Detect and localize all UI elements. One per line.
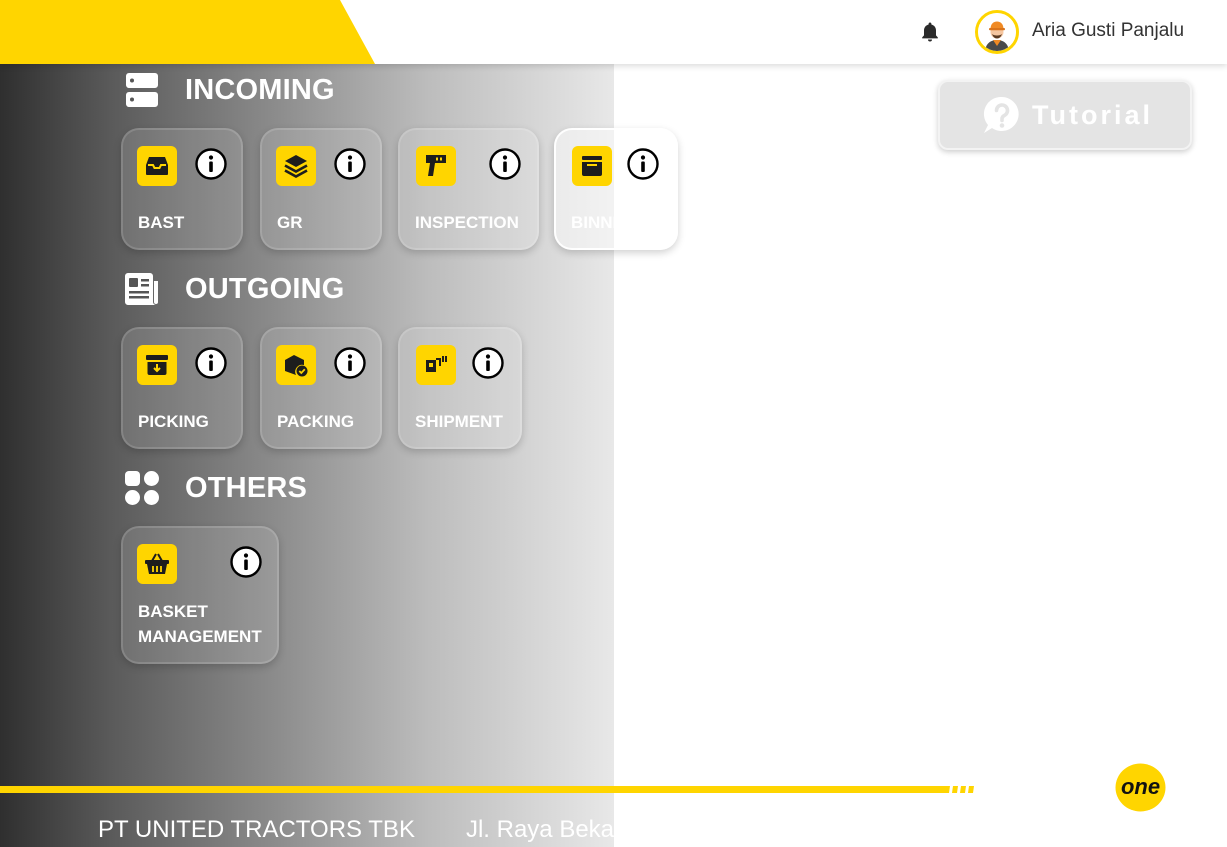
bell-icon[interactable] (920, 21, 940, 43)
grid-icon (125, 471, 159, 505)
header-accent-shape (0, 0, 375, 64)
newspaper-icon (125, 273, 158, 305)
section-others-heading: OTHERS (124, 470, 307, 506)
section-incoming-heading: INCOMING (124, 72, 335, 108)
footer-company: PT UNITED TRACTORS TBK (98, 816, 415, 843)
one-logo-text: one (1121, 774, 1160, 799)
forklift-icon (416, 345, 456, 385)
tile-gr[interactable]: GR (260, 128, 382, 250)
tile-basket-label-line1: BASKET (138, 602, 208, 621)
tile-binning[interactable]: BINNING (554, 128, 678, 250)
user-name[interactable]: Aria Gusti Panjalu (1032, 20, 1184, 42)
tile-shipment-label: SHIPMENT (415, 412, 503, 431)
footer-yellow-line (0, 786, 942, 793)
tile-bast[interactable]: BAST (121, 128, 243, 250)
basket-icon (137, 544, 177, 584)
tile-packing-label: PACKING (277, 412, 355, 431)
info-icon[interactable] (334, 347, 366, 379)
package-check-icon (276, 345, 316, 385)
tile-picking[interactable]: PICKING (121, 327, 243, 449)
footer-address: Jl. Raya Bekasi (465, 816, 614, 843)
question-icon (983, 96, 1019, 133)
tile-packing[interactable]: PACKING (260, 327, 382, 449)
footer-ticker: PT UNITED TRACTORS TBK Jl. Raya Bekasi (98, 815, 614, 845)
tutorial-label: Tutorial (1032, 99, 1153, 130)
tile-picking-label: PICKING (138, 412, 209, 431)
info-icon[interactable] (627, 148, 659, 180)
info-icon[interactable] (230, 546, 262, 578)
section-outgoing-heading: OUTGOING (124, 271, 345, 307)
info-icon[interactable] (472, 347, 504, 379)
layers-icon (276, 146, 316, 186)
server-icon (126, 73, 158, 107)
archive-down-icon (137, 345, 177, 385)
section-incoming-title: INCOMING (185, 73, 335, 106)
tile-basket-label-line2: MANAGEMENT (138, 627, 262, 646)
box-open-icon (572, 146, 612, 186)
scanner-gun-icon (416, 146, 456, 186)
section-others-title: OTHERS (185, 471, 308, 504)
inbox-icon (137, 146, 177, 186)
one-logo: one (1115, 763, 1166, 812)
info-icon[interactable] (489, 148, 521, 180)
footer-dash-decoration (942, 786, 974, 793)
tile-shipment[interactable]: SHIPMENT (398, 327, 522, 449)
tile-inspection[interactable]: INSPECTION (398, 128, 539, 250)
section-outgoing-title: OUTGOING (185, 272, 345, 305)
tile-binning-label: BINNING (571, 213, 643, 232)
tile-bast-label: BAST (138, 213, 185, 232)
tutorial-button[interactable]: Tutorial (938, 80, 1192, 150)
info-icon[interactable] (195, 347, 227, 379)
info-icon[interactable] (334, 148, 366, 180)
tile-inspection-label: INSPECTION (415, 213, 519, 232)
info-icon[interactable] (195, 148, 227, 180)
worker-avatar-icon (978, 13, 1016, 51)
tile-gr-label: GR (277, 213, 303, 232)
tile-basket-management[interactable]: BASKET MANAGEMENT (121, 526, 279, 664)
top-header: Aria Gusti Panjalu (0, 0, 1227, 64)
user-avatar[interactable] (975, 10, 1019, 54)
